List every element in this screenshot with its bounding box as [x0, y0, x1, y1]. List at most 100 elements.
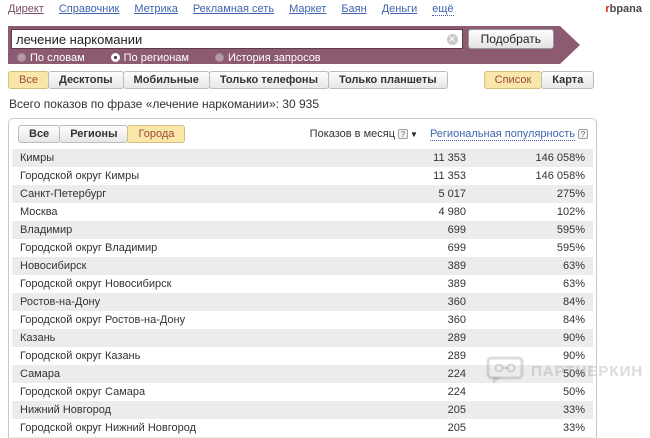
table-row: Казань 289 90% [12, 329, 593, 347]
region-name-cell: Нижний Новгород [12, 401, 366, 419]
table-row: Нижний Новгород 205 33% [12, 401, 593, 419]
device-tabs: Все Десктопы Мобильные Только телефоны Т… [8, 71, 448, 89]
nav-link[interactable]: Деньги [382, 3, 418, 15]
popularity-cell: 63% [466, 275, 593, 293]
device-tab[interactable]: Десктопы [48, 71, 124, 89]
nav-link[interactable]: Справочник [59, 3, 120, 15]
region-name-cell: Городской округ Самара [12, 383, 366, 401]
region-scope-tab[interactable]: Регионы [59, 125, 128, 143]
site-logo: rbpana [605, 3, 642, 15]
region-name-cell: Москва [12, 203, 366, 221]
device-tab[interactable]: Только телефоны [209, 71, 329, 89]
impressions-cell: 11 353 [366, 149, 466, 167]
search-mode-radio[interactable]: История запросов [215, 52, 321, 64]
table-row: Самара 224 50% [12, 365, 593, 383]
impressions-cell: 389 [366, 275, 466, 293]
logo-text: bpana [610, 3, 642, 15]
table-row: Городской округ Кимры 11 353 146 058% [12, 167, 593, 185]
nav-link[interactable]: Директ [8, 3, 44, 15]
search-mode-radio[interactable]: По словам [17, 52, 85, 64]
region-name-cell: Городской округ Ростов-на-Дону [12, 311, 366, 329]
table-row: Городской округ Новосибирск 389 63% [12, 275, 593, 293]
nav-link[interactable]: Маркет [289, 3, 326, 15]
table-row: Владимир 699 595% [12, 221, 593, 239]
search-mode-label: История запросов [228, 52, 321, 64]
impressions-cell: 360 [366, 311, 466, 329]
impressions-cell: 360 [366, 293, 466, 311]
radio-icon [111, 53, 120, 62]
table-row: Городской округ Казань 289 90% [12, 347, 593, 365]
nav-link[interactable]: Рекламная сеть [193, 3, 274, 15]
popularity-cell: 33% [466, 419, 593, 437]
view-tab[interactable]: Карта [541, 71, 594, 89]
impressions-cell: 205 [366, 401, 466, 419]
impressions-cell: 5 017 [366, 185, 466, 203]
regions-table: Кимры 11 353 146 058% Городской округ Ки… [12, 149, 593, 437]
search-bar: ✕ Подобрать По словам По регионам Истори… [8, 26, 580, 64]
popularity-cell: 595% [466, 239, 593, 257]
region-name-cell: Ростов-на-Дону [12, 293, 366, 311]
table-row: Москва 4 980 102% [12, 203, 593, 221]
device-tab[interactable]: Мобильные [123, 71, 210, 89]
region-name-cell: Владимир [12, 221, 366, 239]
nav-link[interactable]: Баян [341, 3, 366, 15]
region-name-cell: Городской округ Новосибирск [12, 275, 366, 293]
region-scope-tab[interactable]: Города [127, 125, 185, 143]
sort-desc-icon: ▼ [410, 130, 418, 139]
impressions-cell: 224 [366, 365, 466, 383]
region-scope-tabs: Все Регионы Города [18, 125, 185, 143]
services-nav: Директ Справочник Метрика Рекламная сеть… [0, 0, 650, 16]
help-icon[interactable]: ? [398, 129, 408, 139]
impressions-column-sort[interactable]: Показов в месяц?▼ [310, 128, 418, 140]
popularity-cell: 102% [466, 203, 593, 221]
impressions-cell: 389 [366, 257, 466, 275]
search-mode-label: По регионам [124, 52, 189, 64]
popularity-cell: 33% [466, 401, 593, 419]
popularity-cell: 275% [466, 185, 593, 203]
table-row: Санкт-Петербург 5 017 275% [12, 185, 593, 203]
panel-header: Все Регионы Города Показов в месяц?▼ Рег… [9, 119, 596, 149]
region-name-cell: Казань [12, 329, 366, 347]
popularity-cell: 84% [466, 311, 593, 329]
device-tab[interactable]: Все [8, 71, 49, 89]
region-name-cell: Санкт-Петербург [12, 185, 366, 203]
regional-popularity-link[interactable]: Региональная популярность [430, 128, 575, 141]
help-icon[interactable]: ? [578, 129, 588, 139]
search-modes: По словам По регионам История запросов [11, 49, 554, 64]
nav-link[interactable]: ещё [432, 3, 453, 16]
total-impressions-summary: Всего показов по фразе «лечение наркоман… [9, 97, 650, 111]
nav-link[interactable]: Метрика [134, 3, 178, 15]
popularity-cell: 63% [466, 257, 593, 275]
popularity-cell: 595% [466, 221, 593, 239]
region-name-cell: Кимры [12, 149, 366, 167]
query-input-box: ✕ [11, 29, 463, 49]
radio-icon [215, 53, 224, 62]
impressions-column-label: Показов в месяц [310, 128, 395, 140]
table-row: Городской округ Владимир 699 595% [12, 239, 593, 257]
region-name-cell: Новосибирск [12, 257, 366, 275]
table-row: Новосибирск 389 63% [12, 257, 593, 275]
region-name-cell: Городской округ Нижний Новгород [12, 419, 366, 437]
impressions-cell: 289 [366, 347, 466, 365]
impressions-cell: 205 [366, 419, 466, 437]
popularity-cell: 90% [466, 347, 593, 365]
table-row: Кимры 11 353 146 058% [12, 149, 593, 167]
radio-icon [17, 53, 26, 62]
submit-button[interactable]: Подобрать [468, 29, 554, 49]
search-mode-radio[interactable]: По регионам [111, 52, 189, 64]
impressions-cell: 699 [366, 221, 466, 239]
popularity-cell: 84% [466, 293, 593, 311]
clear-icon[interactable]: ✕ [447, 34, 458, 45]
impressions-cell: 699 [366, 239, 466, 257]
region-name-cell: Городской округ Владимир [12, 239, 366, 257]
search-input[interactable] [12, 31, 447, 47]
device-tab[interactable]: Только планшеты [328, 71, 448, 89]
filter-row: Все Десктопы Мобильные Только телефоны Т… [8, 71, 650, 89]
table-row: Городской округ Самара 224 50% [12, 383, 593, 401]
view-tab[interactable]: Список [484, 71, 543, 89]
region-name-cell: Городской округ Кимры [12, 167, 366, 185]
table-row: Ростов-на-Дону 360 84% [12, 293, 593, 311]
impressions-cell: 4 980 [366, 203, 466, 221]
impressions-cell: 11 353 [366, 167, 466, 185]
region-scope-tab[interactable]: Все [18, 125, 60, 143]
